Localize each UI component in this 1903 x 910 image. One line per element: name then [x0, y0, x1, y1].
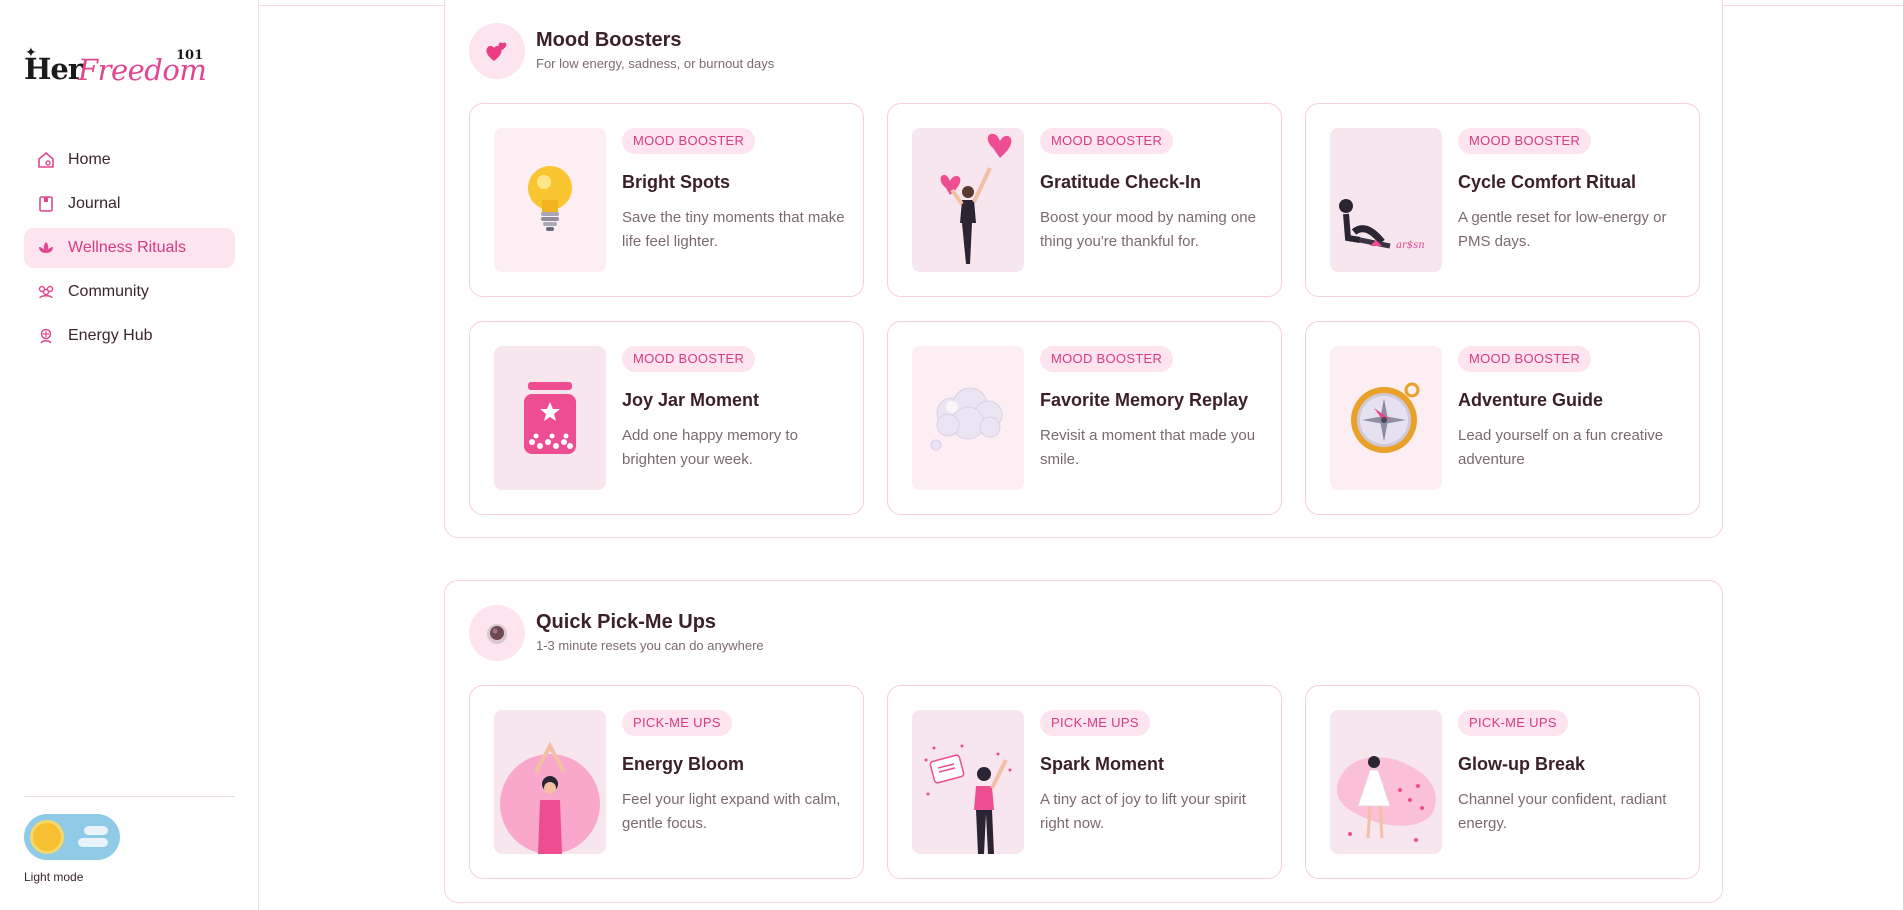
logo-number: 101 — [176, 48, 204, 63]
card-description: Save the tiny moments that make life fee… — [622, 209, 845, 250]
section-title: Mood Boosters — [536, 29, 682, 51]
section-subtitle: 1-3 minute resets you can do anywhere — [536, 638, 764, 653]
journal-icon — [36, 194, 56, 214]
category-badge: MOOD BOOSTER — [1040, 128, 1174, 154]
sidebar-item-label: Home — [68, 151, 111, 168]
card-title: Energy Bloom — [622, 754, 745, 774]
sidebar-nav: Home Journal Wellness Rituals Community … — [24, 140, 235, 360]
ritual-card-joy-jar-moment[interactable]: MOOD BOOSTER Joy Jar Moment Add one happ… — [469, 321, 864, 515]
category-badge: MOOD BOOSTER — [622, 346, 756, 372]
category-badge: PICK-ME UPS — [1040, 710, 1150, 736]
lightbulb-icon — [494, 128, 606, 272]
ritual-card-bright-spots[interactable]: MOOD BOOSTER Bright Spots Save the tiny … — [469, 103, 864, 297]
card-description: Lead yourself on a fun creative adventur… — [1458, 427, 1664, 468]
woman-meditating-illustration — [494, 710, 606, 854]
energy-icon — [36, 326, 56, 346]
card-description: A tiny act of joy to lift your spirit ri… — [1040, 791, 1246, 832]
card-title: Favorite Memory Replay — [1040, 390, 1249, 410]
card-title: Adventure Guide — [1458, 390, 1604, 410]
hearts-icon — [469, 23, 525, 79]
section-title: Quick Pick-Me Ups — [536, 611, 717, 633]
community-icon — [36, 282, 56, 302]
theme-mode-label: Light mode — [24, 870, 84, 884]
category-badge: MOOD BOOSTER — [1458, 346, 1592, 372]
ritual-card-adventure-guide[interactable]: MOOD BOOSTER Adventure Guide Lead yourse… — [1305, 321, 1700, 515]
card-description: Add one happy memory to brighten your we… — [622, 427, 798, 468]
ritual-card-energy-bloom[interactable]: PICK-ME UPS Energy Bloom Feel your light… — [469, 685, 864, 879]
sidebar-item-label: Wellness Rituals — [68, 239, 186, 256]
cloud-icon — [84, 826, 108, 835]
coffee-cup-icon — [469, 605, 525, 661]
herfreedom-logo[interactable]: ✦ Her Freedom 101 — [24, 44, 214, 90]
card-title: Bright Spots — [622, 172, 730, 192]
category-badge: MOOD BOOSTER — [622, 128, 756, 154]
ritual-card-gratitude-check-in[interactable]: MOOD BOOSTER Gratitude Check-In Boost yo… — [887, 103, 1282, 297]
sun-icon — [30, 820, 64, 854]
woman-celebrating-illustration — [912, 710, 1024, 854]
card-description: Revisit a moment that made you smile. — [1040, 427, 1256, 468]
home-icon — [36, 150, 56, 170]
svg-text:ar$sn: ar$sn — [1396, 240, 1425, 251]
sidebar: ✦ Her Freedom 101 Home Journal Wellness … — [0, 0, 259, 910]
card-title: Gratitude Check-In — [1040, 172, 1202, 192]
mood-boosters-section: Mood Boosters For low energy, sadness, o… — [444, 0, 1723, 538]
card-title: Spark Moment — [1040, 754, 1165, 774]
ritual-card-cycle-comfort-ritual[interactable]: ar$sn MOOD BOOSTER Cycle Comfort Ritual … — [1305, 103, 1700, 297]
logo-her: Her — [24, 52, 83, 86]
category-badge: PICK-ME UPS — [1458, 710, 1568, 736]
card-description: Boost your mood by naming one thing you'… — [1040, 209, 1256, 250]
card-description: Channel your confident, radiant energy. — [1458, 791, 1667, 832]
sidebar-item-label: Energy Hub — [68, 327, 153, 344]
woman-dress-illustration — [1330, 710, 1442, 854]
sidebar-item-label: Journal — [68, 195, 121, 212]
jar-icon — [494, 346, 606, 490]
quick-pick-me-ups-section: Quick Pick-Me Ups 1-3 minute resets you … — [444, 580, 1723, 903]
category-badge: PICK-ME UPS — [622, 710, 732, 736]
card-title: Cycle Comfort Ritual — [1458, 172, 1637, 192]
sidebar-divider — [24, 796, 235, 797]
sidebar-item-label: Community — [68, 283, 149, 300]
sidebar-item-energy-hub[interactable]: Energy Hub — [24, 316, 235, 356]
sidebar-item-journal[interactable]: Journal — [24, 184, 235, 224]
sidebar-item-home[interactable]: Home — [24, 140, 235, 180]
ritual-card-spark-moment[interactable]: PICK-ME UPS Spark Moment A tiny act of j… — [887, 685, 1282, 879]
woman-hearts-illustration — [912, 128, 1024, 272]
card-description: A gentle reset for low-energy or PMS day… — [1458, 209, 1667, 250]
theme-toggle[interactable] — [24, 814, 120, 860]
card-title: Glow-up Break — [1458, 754, 1586, 774]
sidebar-item-community[interactable]: Community — [24, 272, 235, 312]
card-title: Joy Jar Moment — [622, 390, 760, 410]
category-badge: MOOD BOOSTER — [1458, 128, 1592, 154]
ritual-card-glow-up-break[interactable]: PICK-ME UPS Glow-up Break Channel your c… — [1305, 685, 1700, 879]
ritual-card-favorite-memory-replay[interactable]: MOOD BOOSTER Favorite Memory Replay Revi… — [887, 321, 1282, 515]
sidebar-item-wellness-rituals[interactable]: Wellness Rituals — [24, 228, 235, 268]
woman-sitting-illustration: ar$sn — [1330, 128, 1442, 272]
category-badge: MOOD BOOSTER — [1040, 346, 1174, 372]
card-description: Feel your light expand with calm, gentle… — [622, 791, 841, 832]
lotus-icon — [36, 238, 56, 258]
cloud-icon — [78, 838, 108, 847]
section-subtitle: For low energy, sadness, or burnout days — [536, 56, 775, 71]
compass-icon — [1330, 346, 1442, 490]
thought-cloud-icon — [912, 346, 1024, 490]
